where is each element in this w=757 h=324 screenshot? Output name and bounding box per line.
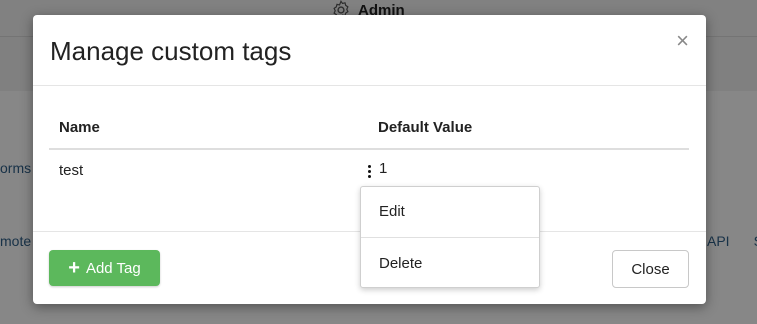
menu-item-label: Delete [379, 255, 423, 272]
kebab-menu-icon[interactable] [366, 165, 372, 179]
row-actions-menu: Edit Delete [360, 186, 540, 288]
menu-item-edit[interactable]: Edit [361, 187, 539, 235]
column-header-default-value: Default Value [378, 119, 473, 136]
add-tag-button[interactable]: + Add Tag [49, 250, 160, 286]
dialog-header: Manage custom tags × [33, 15, 706, 86]
menu-item-label: Edit [379, 203, 405, 220]
menu-divider [361, 237, 539, 238]
plus-icon: + [68, 257, 80, 279]
close-icon[interactable]: × [676, 30, 689, 52]
menu-item-delete[interactable]: Delete [361, 239, 539, 287]
tags-table: Name Default Value test 1 [49, 110, 689, 192]
table-header: Name Default Value [49, 110, 689, 150]
add-tag-label: Add Tag [85, 259, 141, 277]
tag-default-value-cell: 1 [379, 160, 388, 177]
dialog-title: Manage custom tags [50, 36, 292, 66]
close-button[interactable]: Close [612, 250, 689, 288]
column-header-name: Name [59, 119, 100, 136]
tag-name-cell: test [59, 162, 84, 179]
